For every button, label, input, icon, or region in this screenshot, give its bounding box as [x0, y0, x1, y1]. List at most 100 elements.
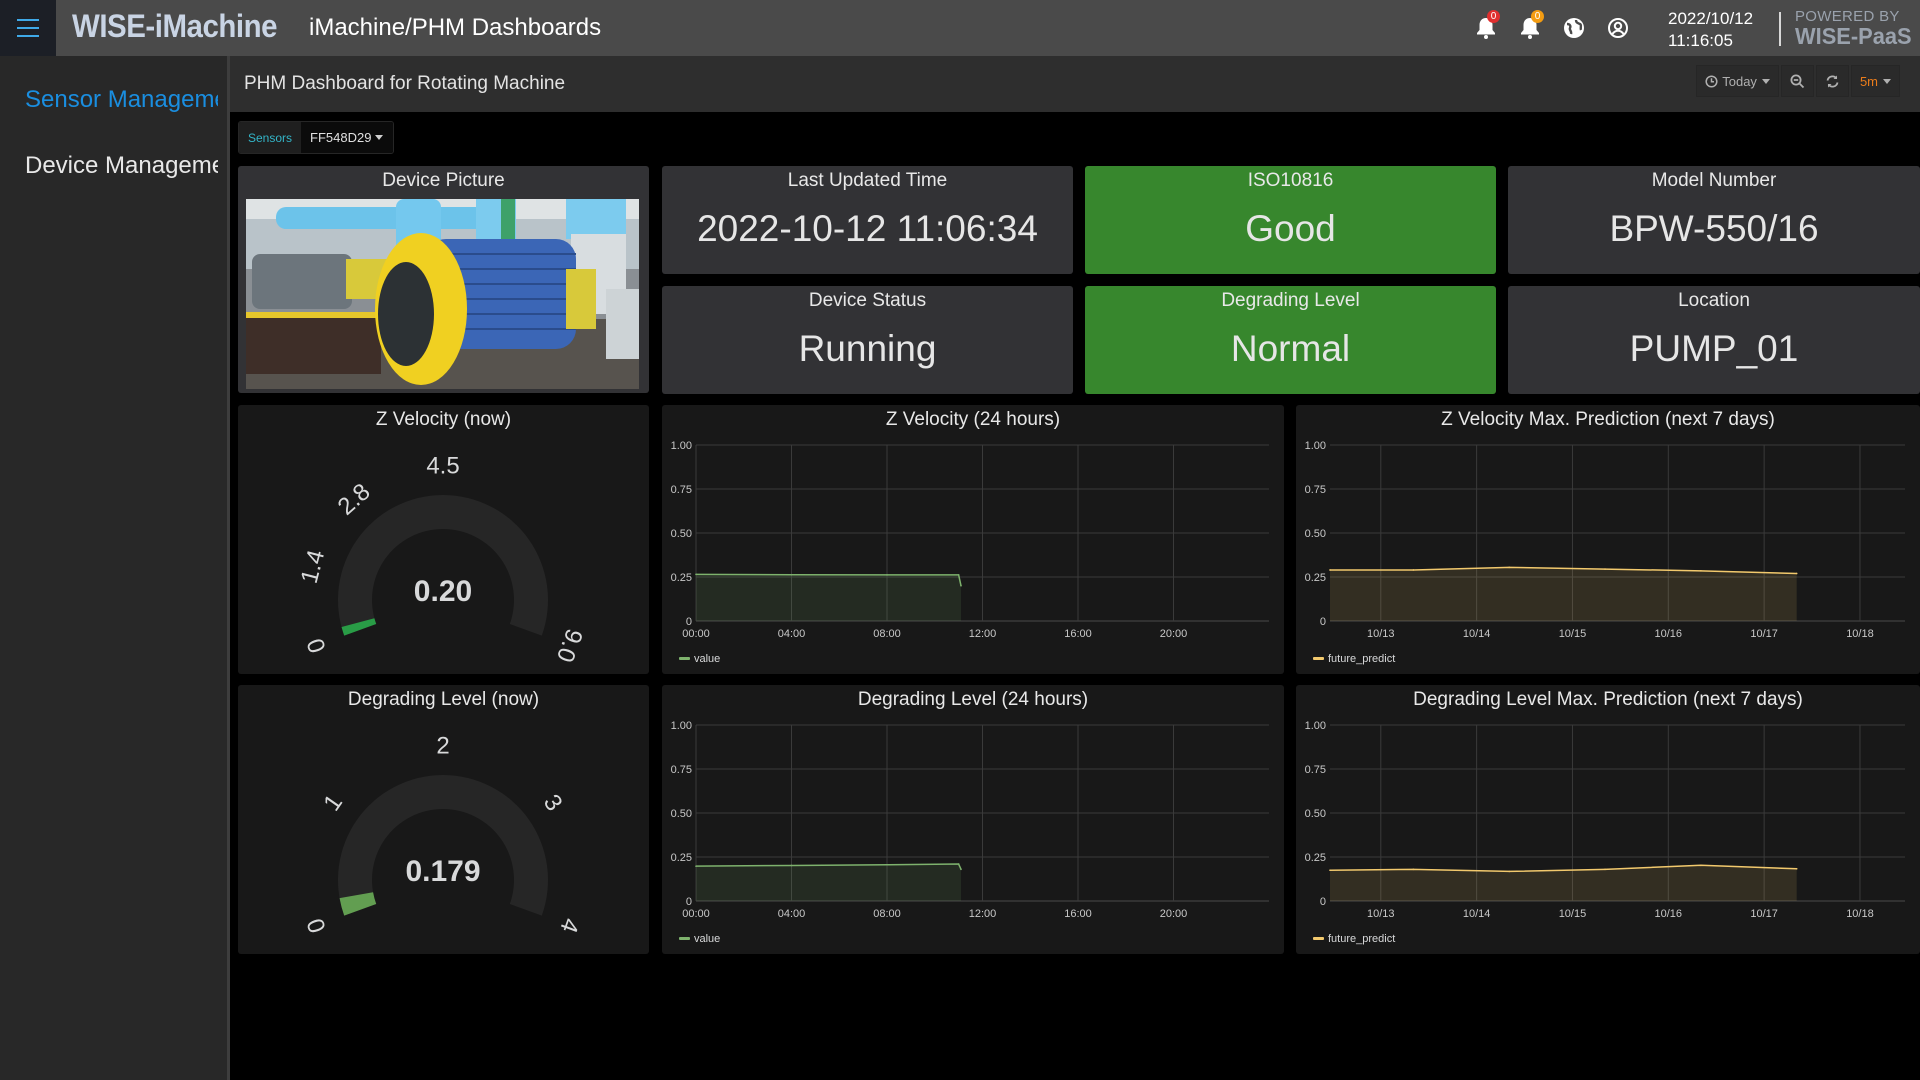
gauge-track — [338, 495, 548, 636]
powered-by-logo: POWERED BY WISE-PaaS — [1795, 9, 1918, 48]
x-tick-label: 10/17 — [1750, 908, 1778, 920]
y-tick-label: 0.25 — [671, 852, 692, 864]
current-date: 2022/10/12 — [1668, 9, 1754, 28]
x-tick-label: 10/14 — [1463, 628, 1491, 640]
y-tick-label: 0.75 — [1305, 484, 1326, 496]
sensor-variable-dropdown[interactable]: FF548D29 — [301, 122, 394, 153]
data-point — [695, 865, 697, 867]
data-point — [957, 863, 960, 865]
refresh-button[interactable] — [1815, 65, 1849, 97]
data-point — [1412, 569, 1415, 571]
data-point — [1412, 868, 1415, 871]
gauge-tick-label: 9.0 — [551, 625, 588, 666]
y-tick-label: 0.50 — [671, 808, 692, 820]
language-button[interactable] — [1558, 12, 1590, 44]
data-point — [1508, 870, 1511, 873]
zoom-out-icon — [1790, 74, 1805, 88]
legend-swatch — [1313, 937, 1324, 940]
y-tick-label: 0.75 — [1305, 764, 1326, 776]
x-tick-label: 10/15 — [1559, 628, 1587, 640]
y-tick-label: 0.75 — [671, 484, 692, 496]
notification-button[interactable]: 0 — [1514, 10, 1546, 44]
refresh-interval-picker[interactable]: 5m — [1850, 65, 1900, 97]
data-point — [1795, 572, 1798, 575]
data-point — [886, 574, 888, 576]
location-panel: Location PUMP_01 — [1508, 286, 1920, 394]
data-point — [960, 585, 962, 587]
location-value: PUMP_01 — [1629, 328, 1799, 369]
alarm-count-badge: 0 — [1487, 10, 1500, 23]
y-tick-label: 0.25 — [1305, 572, 1326, 584]
legend-label[interactable]: future_predict — [1328, 933, 1395, 945]
y-tick-label: 1.00 — [671, 440, 692, 452]
series-area — [1330, 567, 1797, 621]
degrading-level-gauge: 0 1 2 3 4 0.179 — [302, 732, 584, 937]
data-point — [1795, 867, 1798, 870]
x-tick-label: 20:00 — [1160, 908, 1188, 920]
panel-title: Degrading Level — [1221, 290, 1360, 311]
menu-toggle-button[interactable] — [0, 0, 56, 56]
y-tick-label: 0 — [1320, 896, 1326, 908]
legend-label[interactable]: future_predict — [1328, 653, 1395, 665]
legend-label[interactable]: value — [694, 933, 720, 945]
current-time: 11:16:05 — [1668, 31, 1733, 50]
x-tick-label: 10/16 — [1655, 908, 1683, 920]
series-area — [696, 574, 962, 621]
y-tick-label: 0.50 — [1305, 528, 1326, 540]
x-tick-label: 12:00 — [969, 908, 997, 920]
x-tick-label: 20:00 — [1160, 628, 1188, 640]
alarm-button[interactable]: 0 — [1470, 10, 1502, 44]
dashboard-toolbar: Today 5m — [1694, 65, 1900, 97]
y-tick-label: 0 — [686, 896, 692, 908]
gauge-tick-label: 4 — [554, 915, 584, 937]
sidebar-resize-handle[interactable] — [227, 56, 230, 1080]
zoom-out-button[interactable] — [1780, 65, 1814, 97]
data-point — [1700, 570, 1702, 572]
y-tick-label: 0.25 — [671, 572, 692, 584]
time-range-picker[interactable]: Today — [1696, 65, 1779, 97]
iso10816-panel: ISO10816 Good — [1085, 166, 1496, 274]
data-point — [790, 573, 793, 576]
y-tick-label: 1.00 — [1305, 720, 1326, 732]
x-tick-label: 10/18 — [1846, 908, 1874, 920]
panel-title: Location — [1678, 290, 1750, 311]
last-updated-value: 2022-10-12 11:06:34 — [697, 208, 1038, 249]
chevron-down-icon — [1761, 78, 1770, 84]
time-range-label: Today — [1722, 73, 1757, 89]
gauge-tick-label: 4.5 — [426, 452, 459, 479]
degrading-level-24h-chart: 0 0.25 0.50 0.75 1.00 00:00 04:00 08:00 12:00 16:… — [671, 720, 1269, 945]
sensor-variable-selector: Sensors FF548D29 — [238, 121, 395, 154]
clock-icon — [1705, 74, 1718, 88]
legend-swatch — [679, 657, 690, 660]
brand-logo[interactable]: WISE-iMachine — [72, 8, 277, 45]
degrading-level-24h-panel: Degrading Level (24 hours) 0 0.25 0.50 0.75… — [662, 685, 1284, 954]
data-point — [1604, 568, 1606, 570]
topbar-divider — [1779, 12, 1781, 46]
data-point — [960, 868, 962, 871]
z-velocity-prediction-panel: Z Velocity Max. Prediction (next 7 days)… — [1296, 405, 1920, 674]
sensor-variable-value: FF548D29 — [310, 130, 372, 145]
gauge-value-text: 0.20 — [414, 575, 472, 608]
x-tick-label: 04:00 — [778, 908, 806, 920]
y-tick-label: 0.50 — [671, 528, 692, 540]
gauge-tick-label: 1.4 — [296, 547, 330, 586]
data-point — [790, 864, 793, 867]
user-account-button[interactable] — [1602, 12, 1634, 44]
data-point — [1329, 569, 1331, 571]
x-tick-label: 10/17 — [1750, 628, 1778, 640]
legend-swatch — [679, 937, 690, 940]
refresh-interval-label: 5m — [1859, 73, 1878, 89]
y-tick-label: 0.25 — [1305, 852, 1326, 864]
iso10816-value: Good — [1245, 208, 1336, 249]
series-area — [696, 864, 962, 901]
sidebar-item-sensor-management[interactable]: Sensor Management — [25, 86, 218, 114]
legend-label[interactable]: value — [694, 653, 720, 665]
z-velocity-prediction-chart: 0 0.25 0.50 0.75 1.00 10/13 10/14 10/15 10/16 10/… — [1305, 440, 1905, 665]
dashboard-title[interactable]: PHM Dashboard for Rotating Machine — [244, 73, 565, 95]
gauge-tick-label: 2 — [436, 732, 449, 759]
sidebar-item-device-management[interactable]: Device Management — [25, 152, 218, 180]
z-velocity-gauge-panel: Z Velocity (now) 0 1.4 2.8 4.5 9.0 0.20 — [238, 405, 649, 674]
top-navbar: WISE-iMachine iMachine/PHM Dashboards 0 … — [0, 0, 1920, 56]
gauge-value-text: 0.179 — [405, 855, 480, 888]
x-tick-label: 16:00 — [1064, 908, 1092, 920]
